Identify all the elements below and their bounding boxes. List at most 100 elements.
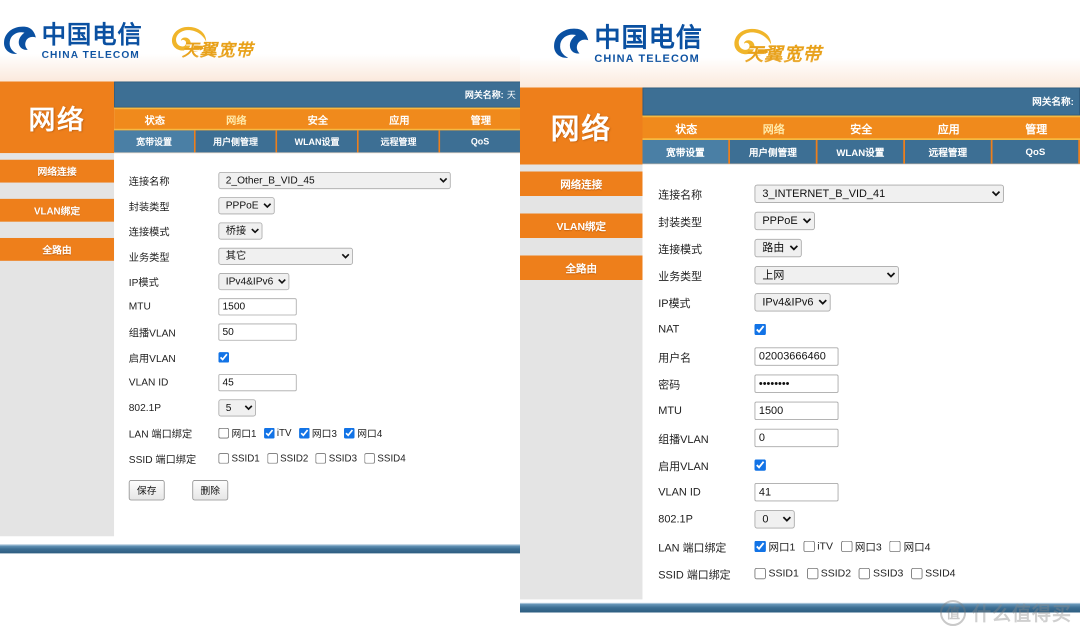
logo-fade-gradient (0, 53, 520, 82)
lan-port-itv-item-right[interactable]: iTV (803, 540, 833, 552)
row-lan-bind-right: LAN 端口绑定 网口1 iTV 网口3 网口4 (658, 536, 1080, 555)
ssid-3-item[interactable]: SSID3 (315, 452, 357, 464)
password-input[interactable] (754, 374, 839, 393)
ssid-4-checkbox[interactable] (364, 452, 375, 464)
label-ip-mode-right: IP模式 (658, 297, 691, 310)
sub-tab-remote[interactable]: 远程管理 (358, 130, 441, 153)
ip-mode-select[interactable]: IPv4&IPv6 (218, 272, 290, 290)
sidebar-item-vlan-binding[interactable]: VLAN绑定 (0, 198, 115, 222)
lan-port-1-checkbox[interactable] (218, 427, 230, 439)
main-tab-status[interactable]: 状态 (114, 109, 196, 129)
sub-tab-broadband-right[interactable]: 宽带设置 (642, 140, 730, 164)
vlan-id-input[interactable] (218, 373, 297, 391)
main-tab-network-right[interactable]: 网络 (730, 117, 818, 138)
encap-type-select-right[interactable]: PPPoE (754, 211, 815, 230)
multicast-vlan-input[interactable] (218, 323, 297, 341)
sub-tab-remote-right[interactable]: 远程管理 (905, 140, 993, 164)
sub-tab-qos[interactable]: QoS (440, 130, 520, 153)
username-input[interactable] (754, 346, 839, 366)
ssid-1-checkbox-right[interactable] (754, 567, 766, 579)
lan-port-4-checkbox[interactable] (344, 427, 355, 439)
lan-port-3-item-right[interactable]: 网口3 (840, 539, 882, 554)
enable-vlan-checkbox[interactable] (218, 351, 230, 363)
sidebar-item-vlan-binding-right[interactable]: VLAN绑定 (520, 213, 643, 238)
conn-mode-select-right[interactable]: 路由 (754, 238, 802, 257)
dot1p-select[interactable]: 5 (218, 398, 256, 417)
lan-port-4-item-right[interactable]: 网口4 (889, 539, 930, 554)
label-nat: NAT (658, 322, 680, 336)
main-tab-bar-right: 状态 网络 安全 应用 管理 (642, 115, 1080, 140)
ssid-2-item[interactable]: SSID2 (267, 452, 308, 464)
multicast-vlan-input-right[interactable] (754, 428, 839, 447)
label-conn-name-right: 连接名称 (658, 188, 703, 201)
lan-port-4-item[interactable]: 网口4 (344, 426, 382, 440)
main-tab-application-right[interactable]: 应用 (905, 117, 993, 138)
ssid-3-checkbox-right[interactable] (858, 567, 871, 579)
lan-port-1-checkbox-right[interactable] (754, 540, 766, 552)
vlan-id-input-right[interactable] (754, 482, 839, 501)
lan-port-itv-item[interactable]: iTV (263, 427, 292, 439)
gateway-name-label: 网关名称: (464, 90, 504, 101)
lan-port-4-checkbox-right[interactable] (889, 540, 901, 552)
main-tab-status-right[interactable]: 状态 (643, 117, 731, 138)
sidebar-item-full-route-right[interactable]: 全路由 (520, 255, 643, 280)
sidebar-item-full-route[interactable]: 全路由 (0, 237, 115, 261)
main-tab-management[interactable]: 管理 (440, 109, 520, 129)
nat-checkbox[interactable] (754, 323, 766, 335)
sub-tab-broadband[interactable]: 宽带设置 (114, 130, 196, 153)
main-tab-network[interactable]: 网络 (196, 109, 278, 129)
ssid-4-item[interactable]: SSID4 (364, 452, 406, 464)
sub-tab-user-side-right[interactable]: 用户侧管理 (730, 140, 818, 164)
main-tab-application[interactable]: 应用 (359, 109, 441, 129)
row-multicast-vlan-left: 组播VLAN (129, 323, 520, 341)
lan-bind-group-left: 网口1 iTV 网口3 网口4 (218, 426, 382, 440)
lan-port-1-item[interactable]: 网口1 (218, 426, 256, 440)
lan-port-3-item[interactable]: 网口3 (298, 426, 337, 440)
label-username: 用户名 (658, 351, 692, 364)
main-tab-security[interactable]: 安全 (277, 109, 359, 129)
lan-port-4-label: 网口4 (357, 427, 383, 439)
lan-port-3-checkbox[interactable] (298, 427, 310, 439)
ssid-4-checkbox-right[interactable] (911, 567, 923, 579)
sub-tab-wlan[interactable]: WLAN设置 (277, 130, 359, 153)
label-mtu-right: MTU (658, 404, 682, 417)
main-tab-management-right[interactable]: 管理 (993, 117, 1080, 138)
encap-type-select[interactable]: PPPoE (218, 196, 275, 214)
main-tab-security-right[interactable]: 安全 (818, 117, 906, 138)
conn-name-select[interactable]: 2_Other_B_VID_45 (218, 171, 451, 189)
ip-mode-select-right[interactable]: IPv4&IPv6 (754, 292, 831, 312)
sub-tab-qos-right[interactable]: QoS (992, 140, 1080, 164)
ssid-1-item-right[interactable]: SSID1 (754, 567, 799, 579)
ssid-1-checkbox[interactable] (218, 452, 230, 464)
sidebar-item-network-connection[interactable]: 网络连接 (0, 159, 115, 183)
ssid-3-checkbox[interactable] (315, 452, 327, 464)
dot1p-select-right[interactable]: 0 (754, 509, 795, 529)
ssid-3-item-right[interactable]: SSID3 (858, 567, 903, 579)
service-type-select[interactable]: 其它 (218, 247, 353, 265)
row-mtu-left: MTU (129, 297, 520, 315)
ssid-2-checkbox[interactable] (267, 452, 278, 464)
lan-port-1-item-right[interactable]: 网口1 (754, 539, 795, 554)
label-conn-mode: 连接模式 (128, 226, 170, 238)
lan-port-itv-checkbox[interactable] (263, 427, 275, 439)
conn-mode-select[interactable]: 桥接 (218, 222, 263, 240)
ssid-2-label-right: SSID2 (820, 567, 852, 580)
service-type-select-right[interactable]: 上网 (754, 265, 899, 284)
conn-name-select-right[interactable]: 3_INTERNET_B_VID_41 (754, 184, 1004, 203)
sub-tab-user-side[interactable]: 用户侧管理 (195, 130, 278, 153)
ssid-4-item-right[interactable]: SSID4 (911, 567, 956, 579)
delete-button[interactable]: 删除 (192, 480, 229, 501)
mtu-input[interactable] (218, 297, 297, 315)
save-button[interactable]: 保存 (128, 480, 165, 501)
mtu-input-right[interactable] (754, 401, 839, 420)
lan-port-3-checkbox-right[interactable] (840, 540, 853, 552)
ssid-2-checkbox-right[interactable] (806, 567, 819, 579)
label-multicast-vlan: 组播VLAN (128, 327, 176, 339)
enable-vlan-checkbox-right[interactable] (754, 458, 766, 471)
ssid-1-item[interactable]: SSID1 (218, 452, 260, 464)
sidebar-item-network-connection-right[interactable]: 网络连接 (520, 171, 643, 196)
lan-port-itv-checkbox-right[interactable] (803, 540, 815, 552)
sub-tab-wlan-right[interactable]: WLAN设置 (817, 140, 905, 164)
gateway-name-bar-right: 网关名称: (642, 87, 1080, 116)
ssid-2-item-right[interactable]: SSID2 (806, 567, 852, 580)
